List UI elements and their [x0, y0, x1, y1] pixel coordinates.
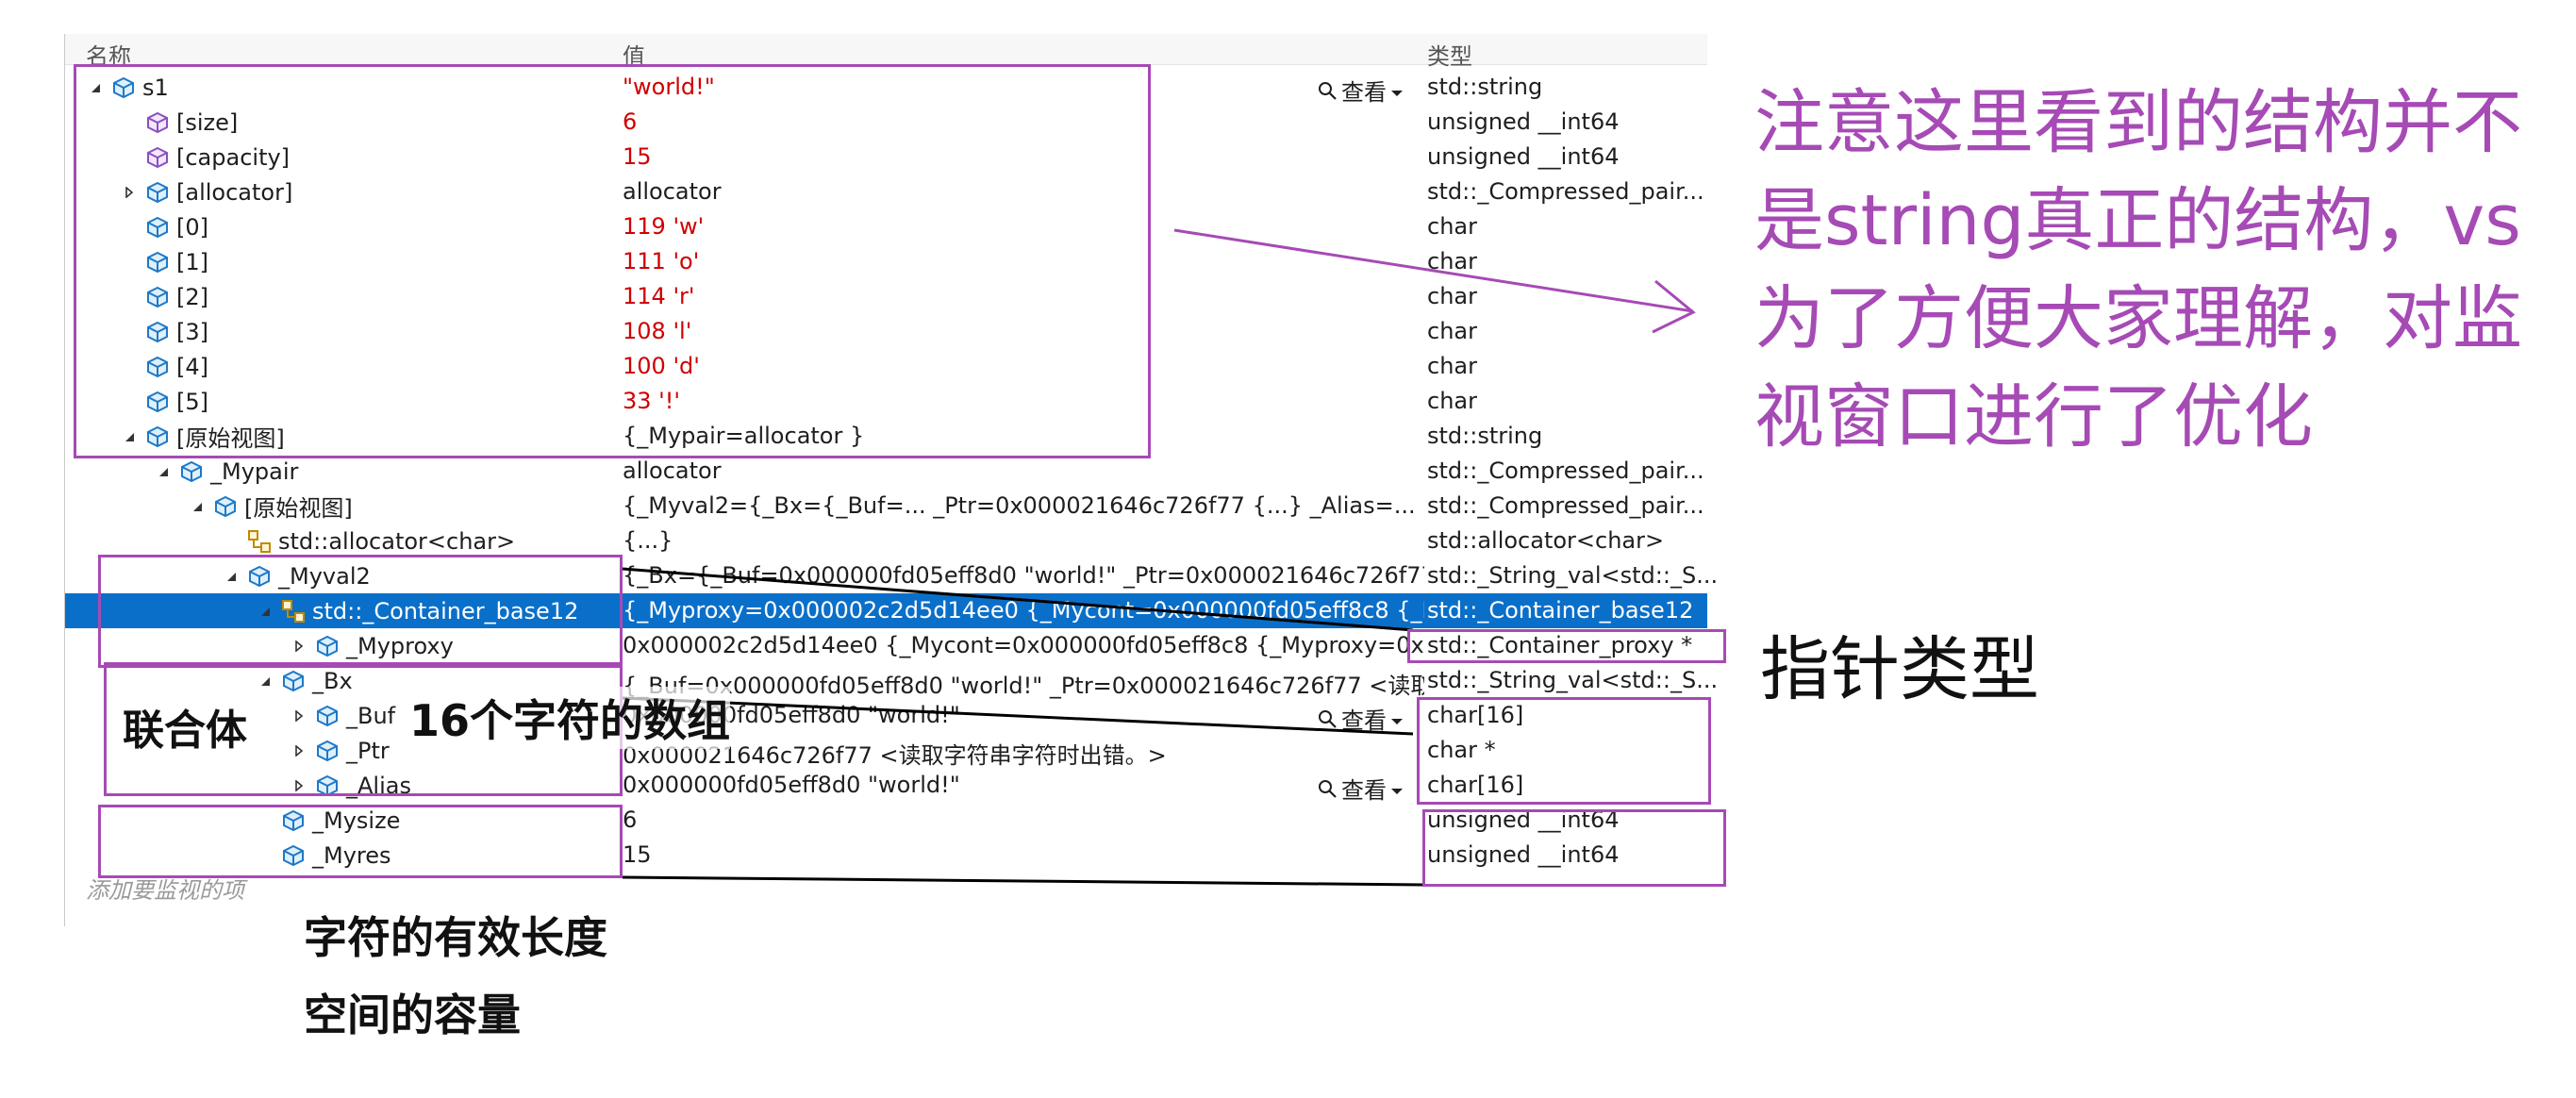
annotation-union: 联合体	[123, 707, 247, 755]
annotation-box-buf-types	[1417, 697, 1711, 805]
annotation-capacity: 空间的容量	[304, 990, 521, 1040]
annotation-box-proxy-type	[1407, 629, 1726, 663]
annotation-box-size-types	[1422, 809, 1726, 887]
annotation-box-s1	[74, 64, 1151, 458]
link-line-myres	[622, 875, 1425, 887]
annotation-valid-length: 字符的有效长度	[304, 912, 607, 963]
annotation-explain: 注意这里看到的结构并不是string真正的结构，vs为了方便大家理解，对监视窗口…	[1754, 82, 2522, 458]
annotation-pointer-type: 指针类型	[1760, 629, 2039, 710]
link-line-buf	[622, 696, 1414, 736]
callout-arrow-line	[1173, 228, 1694, 313]
link-line-proxy	[622, 567, 1414, 632]
annotation-buf16: 16个字符的数组	[409, 687, 731, 749]
annotation-box-mysize	[98, 805, 623, 878]
annotation-box-myval2	[98, 555, 623, 668]
